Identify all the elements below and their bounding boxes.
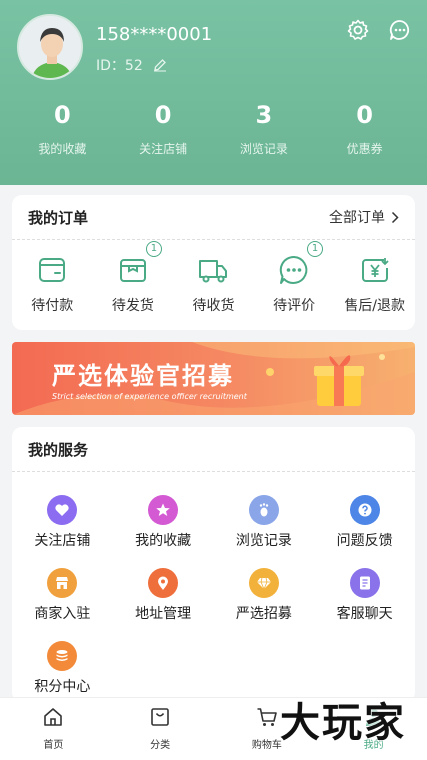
stat-value: 0	[54, 101, 71, 129]
divider	[12, 471, 415, 472]
bag-icon	[151, 708, 169, 726]
orders-card: 我的订单 全部订单 待付款 1 待发货 待收货 1 待评价 售后/退款	[12, 195, 415, 330]
order-label: 待收货	[192, 298, 235, 314]
service-label: 严选招募	[235, 606, 292, 622]
cart-icon	[257, 708, 277, 726]
order-badge: 1	[145, 241, 162, 257]
banner-title: 严选体验官招募	[52, 362, 234, 390]
shop-icon	[56, 577, 69, 589]
order-pending-review[interactable]: 1 待评价	[254, 241, 335, 315]
divider	[12, 239, 415, 240]
stat-followed-shops[interactable]: 0 关注店铺	[113, 100, 214, 157]
yen-refund-icon	[361, 258, 389, 282]
edit-icon[interactable]	[153, 58, 167, 72]
tab-label: 首页	[43, 740, 64, 751]
service-label: 浏览记录	[235, 533, 292, 549]
stats-row: 0 我的收藏 0 关注店铺 3 浏览记录 0 优惠券	[12, 100, 415, 157]
service-feedback[interactable]: 问题反馈	[314, 487, 415, 560]
service-label: 积分中心	[34, 679, 91, 695]
coins-icon	[56, 650, 68, 661]
message-bubble-icon[interactable]	[388, 18, 412, 42]
order-pending-shipment[interactable]: 1 待发货	[93, 241, 174, 315]
service-favorites[interactable]: 我的收藏	[113, 487, 214, 560]
stat-value: 0	[154, 101, 172, 129]
location-icon	[158, 576, 169, 590]
diamond-icon	[256, 577, 271, 591]
all-orders-link[interactable]: 全部订单	[329, 207, 399, 227]
phone-number: 158****0001	[96, 24, 213, 45]
order-label: 待发货	[111, 298, 154, 314]
recruitment-banner[interactable]: 严选体验官招募 Strict selection of experience o…	[12, 342, 415, 415]
stat-value: 3	[255, 101, 273, 129]
service-merchant-join[interactable]: 商家入驻	[12, 560, 113, 633]
order-label: 售后/退款	[344, 298, 406, 314]
profile-header: 158****0001 ID：52 0 我的收藏 0 关注店铺 3 浏览记录 0…	[0, 0, 427, 185]
stat-favorites[interactable]: 0 我的收藏	[12, 100, 113, 157]
order-status-row: 待付款 1 待发货 待收货 1 待评价 售后/退款	[12, 241, 415, 315]
document-icon	[359, 576, 370, 590]
service-label: 地址管理	[135, 606, 192, 622]
service-customer-chat[interactable]: 客服聊天	[314, 560, 415, 633]
order-badge: 1	[307, 241, 324, 257]
all-orders-label: 全部订单	[329, 210, 385, 226]
service-label: 关注店铺	[34, 533, 91, 549]
service-label: 客服聊天	[336, 606, 393, 622]
service-points-center[interactable]: 积分中心	[12, 633, 113, 706]
tab-category[interactable]: 分类	[107, 698, 214, 760]
banner-subtitle: Strict selection of experience officer r…	[52, 392, 247, 401]
stat-coupons[interactable]: 0 优惠券	[314, 100, 415, 157]
service-recruit[interactable]: 严选招募	[214, 560, 315, 633]
heart-icon	[55, 504, 69, 516]
settings-gear-icon[interactable]	[346, 18, 370, 42]
user-id-text: ID：52	[96, 58, 143, 74]
services-grid: 关注店铺 我的收藏 浏览记录 问题反馈 商家入驻 地址管理 严选招募 客服聊天 …	[12, 487, 415, 706]
user-id: ID：52	[96, 55, 167, 75]
star-icon	[156, 503, 170, 516]
order-label: 待付款	[31, 298, 74, 314]
tab-label: 分类	[150, 740, 171, 751]
box-icon	[119, 259, 146, 282]
services-title: 我的服务	[28, 441, 89, 459]
order-label: 待评价	[273, 298, 316, 314]
service-address[interactable]: 地址管理	[113, 560, 214, 633]
service-followed-shops[interactable]: 关注店铺	[12, 487, 113, 560]
wallet-icon	[39, 258, 66, 282]
service-label: 问题反馈	[336, 533, 393, 549]
service-label: 商家入驻	[34, 606, 91, 622]
question-icon	[358, 503, 372, 517]
chat-dots-icon	[279, 255, 308, 284]
services-card: 我的服务 关注店铺 我的收藏 浏览记录 问题反馈 商家入驻 地址管理 严选招募 …	[12, 427, 415, 702]
stat-history[interactable]: 3 浏览记录	[214, 100, 315, 157]
chevron-right-icon	[391, 211, 399, 223]
order-after-sales[interactable]: 售后/退款	[334, 253, 415, 315]
stat-label: 我的收藏	[38, 142, 87, 156]
home-icon	[44, 708, 63, 726]
stat-label: 关注店铺	[139, 142, 188, 156]
truck-icon	[199, 260, 228, 283]
stat-value: 0	[356, 101, 373, 129]
order-pending-receipt[interactable]: 待收货	[173, 253, 254, 315]
order-pending-payment[interactable]: 待付款	[12, 253, 93, 315]
orders-title: 我的订单	[28, 209, 89, 227]
footprint-icon	[259, 503, 269, 517]
service-history[interactable]: 浏览记录	[214, 487, 315, 560]
stat-label: 浏览记录	[239, 142, 288, 156]
watermark-logo: 大玩家	[280, 700, 406, 746]
stat-label: 优惠券	[346, 142, 383, 156]
tab-home[interactable]: 首页	[0, 698, 107, 760]
avatar[interactable]	[17, 14, 83, 80]
service-label: 我的收藏	[135, 533, 192, 549]
